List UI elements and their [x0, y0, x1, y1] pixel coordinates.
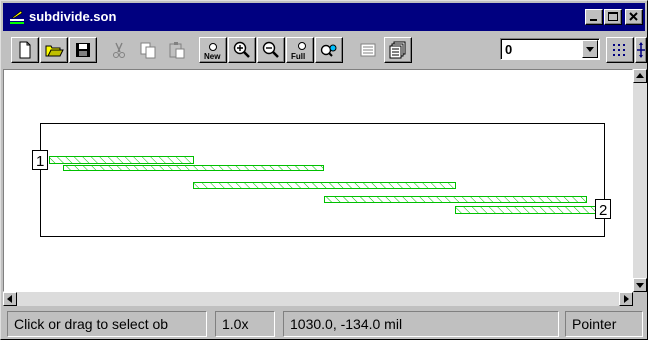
zoom-options-button[interactable] [315, 37, 343, 63]
zoom-out-icon [262, 41, 279, 58]
status-bar: Click or drag to select ob 1.0x 1030.0, … [3, 309, 645, 339]
level-select[interactable]: 0 [500, 38, 600, 60]
port-1[interactable]: 1 [32, 150, 48, 171]
chevron-down-icon [586, 47, 594, 52]
trace-1[interactable] [49, 156, 194, 164]
horizontal-scrollbar[interactable] [3, 292, 633, 306]
maximize-icon [608, 12, 618, 21]
copy-icon [140, 42, 156, 59]
open-folder-button[interactable] [40, 37, 68, 63]
arrow-up-icon [636, 73, 644, 78]
zoom-full-button[interactable]: Full [286, 37, 314, 63]
new-file-button[interactable] [11, 37, 39, 63]
metal-traces [49, 156, 596, 214]
svg-text:Full: Full [291, 52, 305, 61]
vertical-scrollbar[interactable] [633, 69, 647, 292]
scroll-down-button[interactable] [633, 278, 647, 292]
move-button[interactable] [635, 37, 647, 63]
grid-icon [613, 44, 625, 56]
layers-icon [360, 43, 376, 57]
status-mode: Pointer [565, 311, 643, 337]
status-zoom: 1.0x [215, 311, 275, 337]
toolbar: New Full 0 [3, 33, 647, 65]
scroll-right-button[interactable] [619, 292, 633, 306]
status-message: Click or drag to select ob [7, 311, 207, 337]
maximize-button[interactable] [604, 9, 622, 25]
new-view-button[interactable]: New [199, 37, 227, 63]
cut-button[interactable] [105, 37, 133, 63]
svg-text:New: New [204, 52, 221, 61]
trace-4[interactable] [324, 196, 587, 203]
layer-stack-icon [389, 41, 406, 59]
copy-button[interactable] [134, 37, 162, 63]
box-boundary [40, 123, 605, 237]
title-bar: subdivide.son [3, 3, 645, 31]
scissors-icon [113, 42, 125, 58]
zoom-in-icon [233, 41, 250, 58]
clipboard-icon [169, 42, 185, 59]
trace-5[interactable] [455, 206, 596, 214]
scroll-left-button[interactable] [3, 292, 17, 306]
zoom-in-button[interactable] [228, 37, 256, 63]
app-window: subdivide.son New Full 0 1 2 Click or dr… [0, 0, 648, 340]
save-button[interactable] [69, 37, 97, 63]
scroll-up-button[interactable] [633, 69, 647, 83]
circuit-drawing: 1 2 [32, 123, 611, 237]
window-title: subdivide.son [29, 9, 117, 24]
layers-button[interactable] [355, 37, 383, 63]
zoom-full-icon: Full [291, 42, 306, 61]
zoom-options-icon [320, 44, 337, 57]
status-coordinates: 1030.0, -134.0 mil [283, 311, 559, 337]
move-arrows-icon [637, 42, 645, 58]
level-select-value: 0 [505, 42, 513, 57]
minimize-icon [590, 19, 597, 21]
scrollbar-corner [633, 292, 647, 306]
port-2-label: 2 [599, 202, 607, 219]
layer-stack-button[interactable] [384, 37, 412, 63]
minimize-button[interactable] [585, 9, 603, 25]
paste-button[interactable] [163, 37, 191, 63]
app-icon [10, 10, 24, 24]
port-2[interactable]: 2 [595, 199, 611, 220]
close-button[interactable] [625, 9, 643, 25]
zoom-out-button[interactable] [257, 37, 285, 63]
arrow-down-icon [636, 283, 644, 288]
arrow-left-icon [7, 295, 12, 303]
level-select-arrow[interactable] [582, 40, 598, 58]
trace-3[interactable] [193, 182, 456, 189]
close-icon [629, 12, 638, 21]
arrow-right-icon [624, 295, 629, 303]
open-folder-icon [45, 45, 64, 57]
layout-canvas[interactable]: 1 2 [3, 69, 633, 292]
port-1-label: 1 [36, 153, 44, 170]
grid-button[interactable] [606, 37, 634, 63]
new-view-icon: New [204, 43, 221, 61]
trace-2[interactable] [63, 165, 324, 171]
new-file-icon [19, 41, 31, 59]
floppy-disk-icon [76, 43, 90, 57]
